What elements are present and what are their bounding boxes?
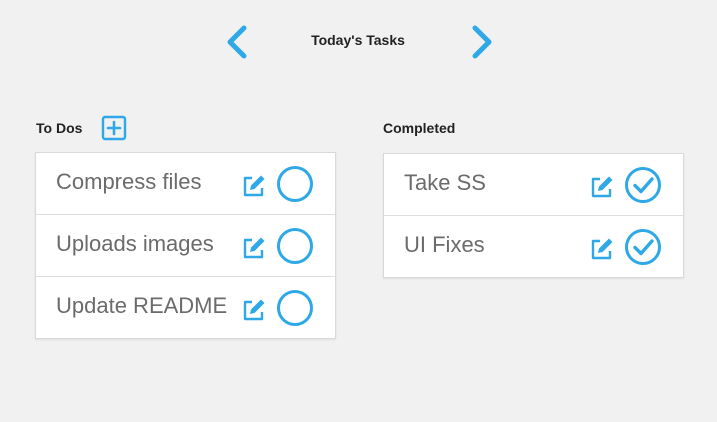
complete-task-button[interactable]: [276, 289, 314, 327]
edit-icon: [591, 176, 613, 198]
task-label: Uploads images: [56, 231, 214, 256]
edit-icon: [591, 238, 613, 260]
empty-circle-icon: [277, 166, 313, 202]
todos-header: To Dos: [36, 115, 127, 141]
completed-header: Completed: [383, 115, 455, 141]
todo-list: Compress files Uploads images Update REA…: [35, 152, 336, 339]
edit-icon: [243, 175, 265, 197]
completed-heading: Completed: [383, 120, 456, 136]
check-circle-icon: [625, 229, 661, 265]
add-todo-button[interactable]: [101, 115, 127, 141]
todos-heading: To Dos: [36, 120, 83, 136]
edit-task-button[interactable]: [241, 297, 267, 323]
complete-task-button[interactable]: [276, 165, 314, 203]
edit-task-button[interactable]: [589, 174, 615, 200]
edit-task-button[interactable]: [589, 236, 615, 262]
check-circle-icon: [625, 167, 661, 203]
uncomplete-task-button[interactable]: [624, 228, 662, 266]
task-label: UI Fixes: [404, 232, 485, 257]
edit-task-button[interactable]: [241, 173, 267, 199]
todo-item: Compress files: [36, 153, 335, 215]
empty-circle-icon: [277, 290, 313, 326]
prev-day-button[interactable]: [222, 24, 252, 60]
complete-task-button[interactable]: [276, 227, 314, 265]
completed-list: Take SS UI Fixes: [383, 153, 684, 278]
header-bar: Today's Tasks: [0, 24, 717, 60]
completed-item: Take SS: [384, 154, 683, 216]
task-label: Update README: [56, 293, 228, 318]
task-label: Take SS: [404, 170, 486, 195]
chevron-right-icon: [472, 25, 492, 59]
chevron-left-icon: [227, 25, 247, 59]
edit-task-button[interactable]: [241, 235, 267, 261]
next-day-button[interactable]: [467, 24, 497, 60]
uncomplete-task-button[interactable]: [624, 166, 662, 204]
task-label: Compress files: [56, 169, 202, 194]
edit-icon: [243, 237, 265, 259]
todo-item: Update README: [36, 277, 335, 338]
todo-item: Uploads images: [36, 215, 335, 277]
plus-square-icon: [102, 115, 127, 141]
page-title: Today's Tasks: [311, 32, 405, 48]
completed-item: UI Fixes: [384, 216, 683, 277]
empty-circle-icon: [277, 228, 313, 264]
edit-icon: [243, 299, 265, 321]
